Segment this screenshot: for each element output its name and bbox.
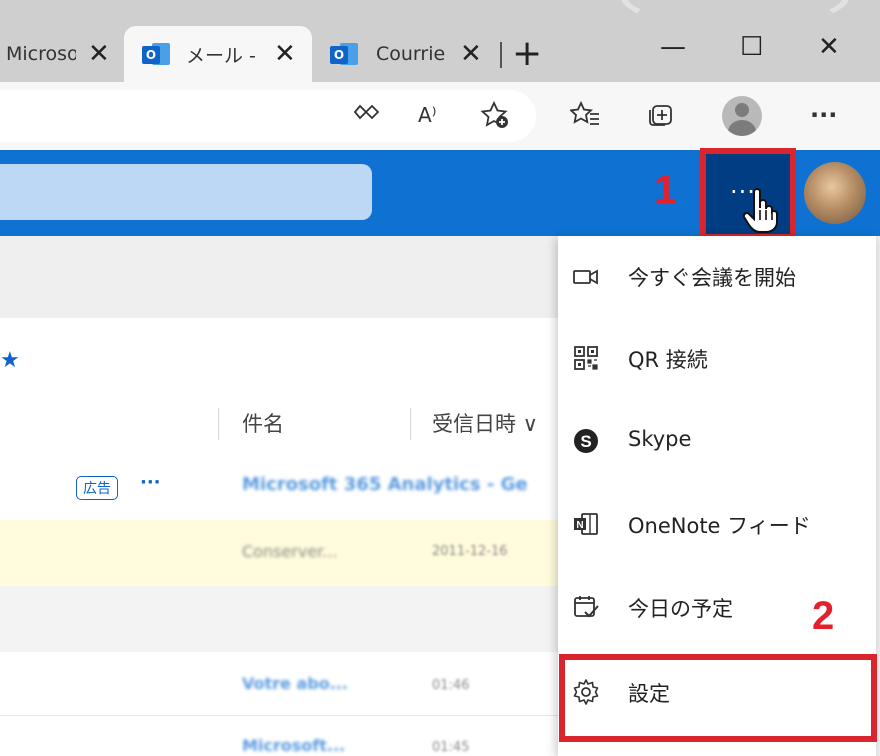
skype-icon: S (574, 429, 598, 453)
video-camera-icon (573, 269, 598, 285)
settings-highlight-box (559, 654, 877, 742)
column-header-subject[interactable]: 件名 (242, 408, 284, 438)
calendar-check-icon (574, 596, 599, 618)
row-subject: Votre abo... (242, 674, 348, 693)
menu-item-skype[interactable]: S Skype (558, 401, 876, 483)
ad-row[interactable]: 広告 ··· Microsoft 365 Analytics - Ge (0, 452, 560, 520)
onenote-icon: N (574, 513, 598, 535)
column-divider (410, 408, 411, 440)
tab-label: Courrier (376, 43, 446, 65)
table-row[interactable]: Microsoft... 01:45 (0, 716, 560, 756)
ad-subject: Microsoft 365 Analytics - Ge (242, 474, 528, 495)
tab-courrier[interactable]: O Courrier ✕ (312, 26, 498, 82)
group-separator (0, 586, 560, 652)
ad-badge: 広告 (76, 476, 118, 500)
profile-icon[interactable] (722, 96, 762, 136)
close-tab-icon[interactable]: ✕ (88, 39, 110, 69)
address-bar-row: A⁾ ··· (0, 82, 880, 150)
row-date: 01:46 (432, 678, 470, 693)
minimize-button[interactable]: — (660, 30, 686, 64)
menu-item-label: 今日の予定 (628, 597, 733, 621)
close-window-button[interactable]: ✕ (818, 30, 840, 64)
menu-item-label: 今すぐ会議を開始 (628, 266, 796, 290)
read-aloud-icon[interactable]: A⁾ (418, 100, 437, 130)
qr-code-icon (574, 346, 598, 370)
menu-item-label: Skype (628, 427, 692, 451)
more-icon[interactable]: ··· (810, 100, 837, 130)
tab-separator (500, 42, 502, 68)
column-divider (218, 408, 219, 440)
table-row[interactable]: Conserver... 2011-12-16 (0, 520, 560, 586)
row-subject: Conserver... (242, 542, 338, 561)
hand-cursor-icon (742, 188, 778, 233)
address-input[interactable] (0, 90, 536, 142)
favorites-icon[interactable] (568, 100, 600, 135)
table-row[interactable]: Votre abo... 01:46 (0, 652, 560, 716)
row-date: 01:45 (432, 740, 470, 755)
user-avatar[interactable] (804, 162, 866, 224)
menu-item-label: OneNote フィード (628, 514, 811, 538)
svg-text:N: N (576, 520, 583, 531)
reader-mode-icon[interactable] (352, 100, 380, 131)
tab-label: メール - Outlook (186, 44, 256, 67)
column-header-received[interactable]: 受信日時 ∨ (432, 408, 538, 438)
svg-text:S: S (580, 432, 591, 451)
tab-outlook-mail[interactable]: O メール - Outlook ✕ (124, 26, 312, 82)
close-tab-icon[interactable]: ✕ (460, 39, 482, 69)
close-tab-icon[interactable]: ✕ (274, 39, 296, 69)
favorites-star-icon[interactable]: ★ (0, 348, 20, 373)
search-input[interactable] (0, 164, 372, 220)
row-subject: Microsoft... (242, 736, 346, 755)
menu-item-label: QR 接続 (628, 348, 708, 372)
menu-item-qr-connect[interactable]: QR 接続 (558, 318, 876, 400)
collections-icon[interactable] (646, 100, 674, 135)
tab-label: Microsoft (6, 43, 76, 65)
menu-item-meet-now[interactable]: 今すぐ会議を開始 (558, 236, 876, 318)
tab-microsoft[interactable]: Microsoft ✕ (0, 26, 122, 82)
maximize-button[interactable]: ☐ (740, 30, 763, 64)
outlook-icon: O (142, 40, 170, 68)
tab-strip: Microsoft ✕ O メール - Outlook ✕ O Courrier… (0, 0, 880, 82)
row-date: 2011-12-16 (432, 544, 508, 559)
ad-more-button[interactable]: ··· (140, 472, 161, 493)
menu-item-onenote-feed[interactable]: N OneNote フィード (558, 484, 876, 566)
step-marker-1: 1 (654, 168, 677, 212)
add-favorite-icon[interactable] (480, 100, 510, 137)
new-tab-button[interactable]: + (512, 32, 542, 76)
step-marker-2: 2 (812, 594, 835, 638)
outlook-icon: O (330, 40, 358, 68)
background-decoration (620, 0, 850, 30)
